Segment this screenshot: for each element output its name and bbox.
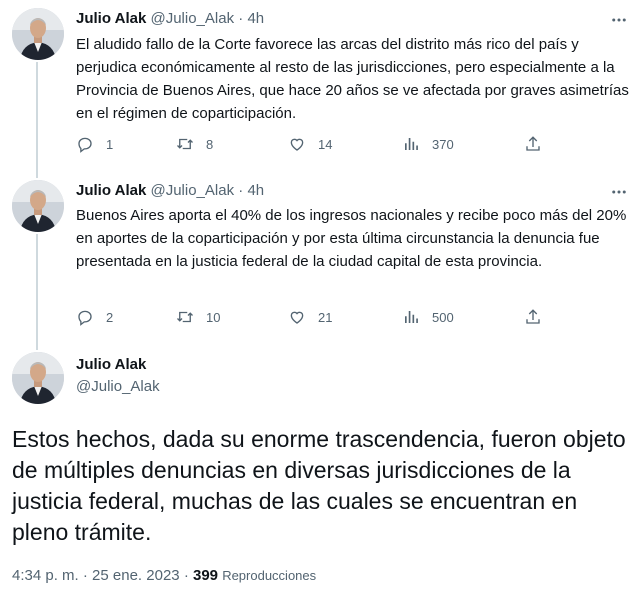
- tweet-timestamp[interactable]: 4:34 p. m.: [12, 567, 79, 584]
- share-button[interactable]: [524, 308, 542, 326]
- author-handle[interactable]: @Julio_Alak: [150, 10, 234, 27]
- author-name[interactable]: Julio Alak: [76, 356, 146, 373]
- reply-icon: [78, 310, 92, 326]
- tweet-header: Julio Alak @Julio_Alak · 4h: [76, 9, 264, 29]
- views-count: 500: [432, 309, 454, 325]
- retweet-icon: [177, 311, 193, 323]
- share-button[interactable]: [524, 135, 542, 153]
- avatar-image: [12, 352, 64, 404]
- tweet-date[interactable]: 25 ene. 2023: [92, 567, 180, 584]
- author-name[interactable]: Julio Alak: [76, 182, 146, 199]
- author-handle[interactable]: @Julio_Alak: [76, 378, 160, 395]
- like-button[interactable]: 14: [288, 135, 332, 153]
- tweet-actions: 2 10 21 500: [76, 308, 540, 328]
- views-count: 399: [192, 567, 219, 584]
- avatar[interactable]: [12, 180, 64, 232]
- views-label: Reproducciones: [222, 568, 317, 583]
- more-icon[interactable]: [609, 182, 629, 202]
- views-button[interactable]: 370: [402, 135, 454, 153]
- reply-button[interactable]: 1: [76, 135, 113, 153]
- thread-line: [36, 234, 38, 350]
- views-count: 370: [432, 136, 454, 152]
- like-button[interactable]: 21: [288, 308, 332, 326]
- tweet-actions: 1 8 14 370: [76, 135, 540, 155]
- views-button[interactable]: 500: [402, 308, 454, 326]
- separator-dot: ·: [238, 182, 244, 199]
- views-icon: [405, 311, 418, 323]
- reply-count: 2: [106, 309, 114, 325]
- like-icon: [290, 311, 304, 324]
- main-tweet-text: Estos hechos, dada su enorme trascendenc…: [12, 426, 626, 545]
- tweet-meta: 4:34 p. m. · 25 ene. 2023 · 399 Reproduc…: [12, 567, 316, 584]
- thread-line: [36, 62, 38, 178]
- retweet-count: 10: [206, 309, 221, 325]
- more-icon[interactable]: [609, 10, 629, 30]
- avatar[interactable]: [12, 352, 64, 404]
- avatar-image: [12, 8, 64, 60]
- like-icon: [290, 138, 304, 151]
- tweet-time[interactable]: 4h: [247, 10, 264, 27]
- tweet-header: Julio Alak @Julio_Alak · 4h: [76, 181, 264, 201]
- retweet-button[interactable]: 10: [176, 308, 220, 326]
- reply-button[interactable]: 2: [76, 308, 113, 326]
- retweet-icon: [177, 138, 193, 150]
- reply-count: 1: [106, 136, 114, 152]
- like-count: 21: [318, 309, 333, 325]
- share-icon: [526, 136, 540, 151]
- avatar-image: [12, 180, 64, 232]
- like-count: 14: [318, 136, 333, 152]
- views-icon: [405, 138, 418, 150]
- separator-dot: ·: [238, 10, 244, 27]
- tweet-text: El aludido fallo de la Corte favorece la…: [76, 36, 629, 122]
- author-handle[interactable]: @Julio_Alak: [150, 182, 234, 199]
- retweet-button[interactable]: 8: [176, 135, 213, 153]
- share-icon: [526, 309, 540, 324]
- reply-icon: [78, 137, 92, 153]
- author-name[interactable]: Julio Alak: [76, 10, 146, 27]
- tweet-time[interactable]: 4h: [247, 182, 264, 199]
- separator-dot: ·: [183, 567, 189, 584]
- tweet-text: Buenos Aires aporta el 40% de los ingres…: [76, 207, 627, 270]
- avatar[interactable]: [12, 8, 64, 60]
- separator-dot: ·: [82, 567, 88, 584]
- retweet-count: 8: [206, 136, 214, 152]
